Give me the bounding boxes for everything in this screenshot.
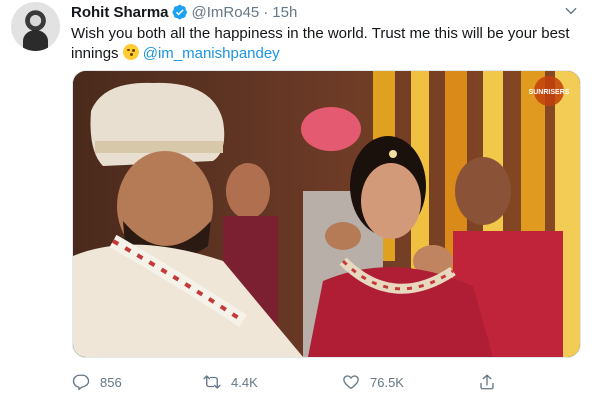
tweet-actions: 856 4.4K 76.5K xyxy=(72,370,512,394)
retweet-count: 4.4K xyxy=(231,374,258,390)
retweet-icon xyxy=(203,375,221,389)
tweet-header: Rohit Sharma @ImRo45 · 15h xyxy=(71,3,297,21)
tweet-text-line1: Wish you both all the happiness in the w… xyxy=(71,25,570,42)
wedding-photo-illustration: SUNRISERS xyxy=(73,71,580,357)
tweet-photo[interactable]: SUNRISERS xyxy=(72,70,581,358)
retweet-button[interactable]: 4.4K xyxy=(203,370,258,394)
share-icon xyxy=(480,374,494,390)
share-button[interactable] xyxy=(478,370,496,394)
reply-button[interactable]: 856 xyxy=(72,370,122,394)
reply-icon xyxy=(72,374,90,391)
avatar[interactable] xyxy=(11,2,60,51)
verified-badge-icon xyxy=(171,4,187,20)
winking-face-emoji xyxy=(122,44,139,60)
mention-link[interactable]: @im_manishpandey xyxy=(143,45,280,62)
reply-count: 856 xyxy=(100,374,122,390)
like-count: 76.5K xyxy=(370,374,404,390)
tweet-time[interactable]: 15h xyxy=(272,4,297,21)
tweet-text: Wish you both all the happiness in the w… xyxy=(71,24,581,64)
separator-dot: · xyxy=(263,3,269,21)
heart-icon xyxy=(343,375,359,390)
author-name[interactable]: Rohit Sharma xyxy=(71,4,169,21)
tweet[interactable]: Rohit Sharma @ImRo45 · 15h Wish you both… xyxy=(0,0,592,400)
author-handle[interactable]: @ImRo45 xyxy=(192,4,260,21)
photo-watermark: SUNRISERS xyxy=(529,89,570,96)
tweet-text-line2: innings xyxy=(71,45,119,62)
like-button[interactable]: 76.5K xyxy=(342,370,404,394)
chevron-down-icon[interactable] xyxy=(564,4,578,18)
